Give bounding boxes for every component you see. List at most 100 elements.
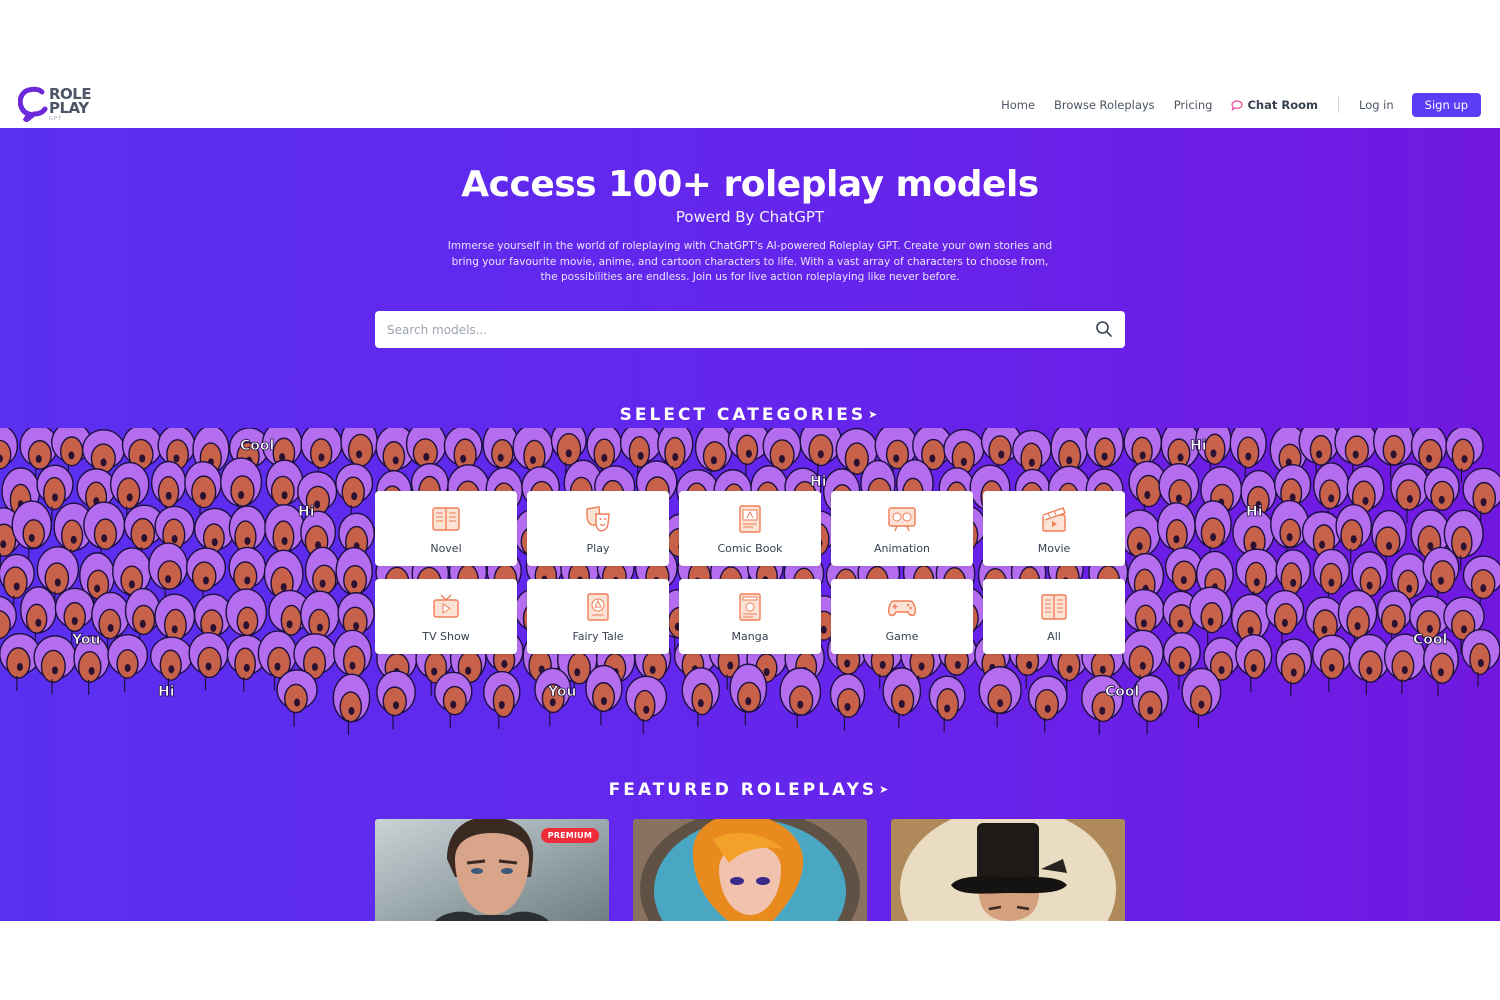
crowd-face [681,667,721,728]
featured-card-2-image [633,819,867,921]
arrow-right-icon: ➤ [879,783,892,796]
clapperboard-icon [1042,507,1066,532]
crowd-speech-word: Hi [298,504,315,520]
crowd-speech-word: Hi [1190,438,1207,454]
select-categories-heading[interactable]: SELECT CATEGORIES ➤ [0,405,1500,425]
crowd-face [332,673,371,735]
category-fairy-tale[interactable]: Fairy Tale [527,579,669,654]
nav-links: Home Browse Roleplays Pricing Chat Room … [982,93,1481,117]
logo-subtext: GPT [49,116,62,122]
nav-chat-room[interactable]: Chat Room [1231,98,1318,112]
hero-section: Access 100+ roleplay models Powerd By Ch… [0,128,1500,921]
featured-card-3[interactable] [891,819,1125,921]
crowd-face [729,663,768,726]
category-animation[interactable]: Animation [831,491,973,566]
fairy-tale-book-icon [587,593,609,621]
select-categories-title: SELECT CATEGORIES [619,405,867,425]
crowd-face [276,669,318,727]
manga-book-icon [739,593,761,621]
featured-card-1[interactable]: PREMIUM [375,819,609,921]
animation-screen-icon [888,507,916,532]
comic-book-icon [739,505,761,533]
nav-home[interactable]: Home [1001,98,1035,112]
featured-roleplays-heading[interactable]: FEATURED ROLEPLAYS ➤ [0,780,1500,800]
crowd-face [585,664,623,726]
premium-badge: PREMIUM [540,828,599,843]
crowd-face [1461,628,1500,688]
top-navbar: ROLE PLAY GPT Home Browse Roleplays Pric… [0,80,1500,128]
category-tv-show[interactable]: TV Show [375,579,517,654]
crowd-speech-word: Cool [1105,684,1139,700]
crowd-face [882,667,922,729]
crowd-face [1265,589,1305,647]
speech-bubble-logo-icon [18,86,48,122]
crowd-face [829,673,866,732]
theater-masks-icon [586,506,610,532]
crowd-face [1235,633,1273,692]
crowd-face [434,671,473,729]
crowd-face [1027,675,1068,733]
crowd-face [1348,633,1391,695]
nav-browse-roleplays[interactable]: Browse Roleplays [1054,98,1155,112]
featured-card-3-image [891,819,1125,921]
category-manga[interactable]: Manga [679,579,821,654]
roleplay-logo[interactable]: ROLE PLAY GPT [18,86,108,122]
crowd-face [1275,638,1313,697]
crowd-face [928,675,966,733]
category-novel[interactable]: Novel [375,491,517,566]
category-label: Novel [430,542,462,555]
hero-subtitle: Powerd By ChatGPT [675,208,825,226]
chat-bubble-icon [1231,99,1244,111]
featured-roleplays-title: FEATURED ROLEPLAYS [608,780,878,800]
category-play[interactable]: Play [527,491,669,566]
featured-roleplays-list: PREMIUM [375,819,1125,921]
gamepad-icon [888,600,916,617]
crowd-face [335,463,374,521]
category-comic-book[interactable]: Comic Book [679,491,821,566]
crowd-face [107,633,149,692]
crowd-face [33,635,77,695]
chat-room-label: Chat Room [1247,98,1318,112]
search-bar [375,311,1125,348]
crowd-face [625,675,668,734]
search-input[interactable] [375,311,1075,348]
hero-description: Immerse yourself in the world of rolepla… [447,240,1053,283]
category-label: Movie [1037,542,1071,555]
category-label: Manga [731,630,769,643]
category-label: Play [586,542,610,555]
crowd-speech-word: Hi [158,684,175,700]
crowd-speech-word: You [547,684,576,700]
crowd-speech-word: Hi [1246,504,1263,520]
open-books-icon [1041,594,1067,620]
category-label: Fairy Tale [572,630,624,643]
featured-card-2[interactable] [633,819,867,921]
nav-pricing[interactable]: Pricing [1174,98,1213,112]
crowd-speech-word: You [71,632,100,648]
arrow-right-icon: ➤ [868,408,881,421]
crowd-speech-word: Cool [240,438,274,454]
crowd-speech-word: Hi [810,474,827,490]
crowd-face [482,670,521,729]
logo-line-play: PLAY [49,99,89,117]
hero-title: Access 100+ roleplay models [461,164,1039,205]
category-label: Game [885,630,919,643]
crowd-face [1181,667,1222,729]
category-movie[interactable]: Movie [983,491,1125,566]
book-icon [432,507,460,531]
signup-button[interactable]: Sign up [1411,93,1481,117]
nav-divider [1337,97,1339,113]
category-game[interactable]: Game [831,579,973,654]
crowd-speech-word: Cool [1413,632,1447,648]
tv-icon [433,594,459,618]
crowd-face [779,667,822,729]
search-icon[interactable] [1095,320,1113,338]
category-label: TV Show [422,630,470,643]
crowd-face [1189,586,1233,646]
crowd-face [376,670,416,730]
category-label: Animation [873,542,931,555]
category-all[interactable]: All [983,579,1125,654]
login-link[interactable]: Log in [1359,98,1394,112]
crowd-face [188,631,229,691]
category-label: Comic Book [717,542,783,555]
crowd-face [978,666,1022,728]
